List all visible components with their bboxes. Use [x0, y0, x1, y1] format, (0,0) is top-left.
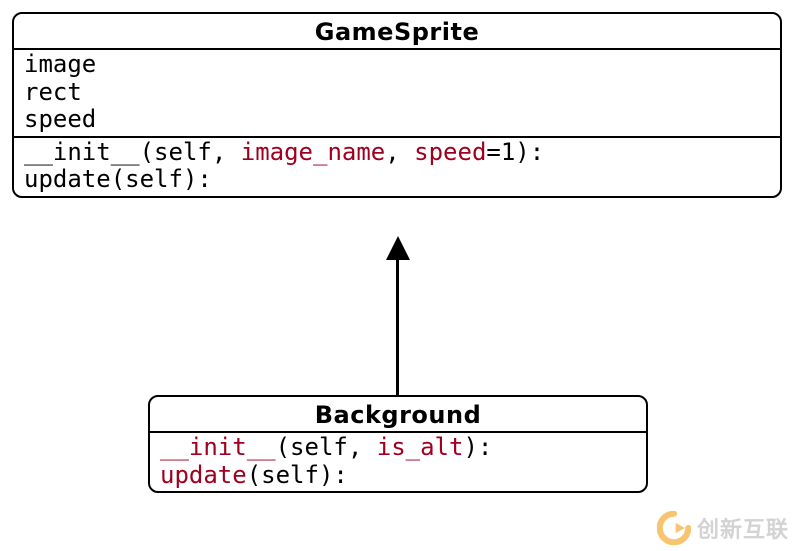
watermark: 创新互联: [657, 511, 789, 545]
method-update: update(self):: [24, 166, 770, 194]
attr-speed: speed: [24, 106, 770, 134]
class-gamesprite: GameSprite image rect speed __init__(sel…: [12, 12, 782, 198]
method-name: update: [160, 461, 247, 489]
method-name: __init__: [24, 138, 140, 166]
attr-image: image: [24, 51, 770, 79]
method-init: __init__(self, image_name, speed=1):: [24, 139, 770, 167]
class-title: Background: [150, 397, 646, 433]
inheritance-arrow-line: [396, 258, 399, 396]
class-title: GameSprite: [14, 14, 780, 50]
method-name: update: [24, 165, 111, 193]
methods-section: __init__(self, image_name, speed=1): upd…: [14, 136, 780, 196]
param-image-name: image_name: [241, 138, 386, 166]
watermark-text: 创新互联: [697, 512, 789, 544]
attr-rect: rect: [24, 79, 770, 107]
method-name: __init__: [160, 433, 276, 461]
param-is-alt: is_alt: [377, 433, 464, 461]
watermark-logo-icon: [657, 511, 691, 545]
method-update: update(self):: [160, 462, 636, 490]
class-background: Background __init__(self, is_alt): updat…: [148, 395, 648, 493]
inheritance-arrowhead-icon: [386, 236, 410, 260]
method-init: __init__(self, is_alt):: [160, 434, 636, 462]
methods-section: __init__(self, is_alt): update(self):: [150, 433, 646, 491]
param-speed: speed: [414, 138, 486, 166]
attributes-section: image rect speed: [14, 50, 780, 136]
